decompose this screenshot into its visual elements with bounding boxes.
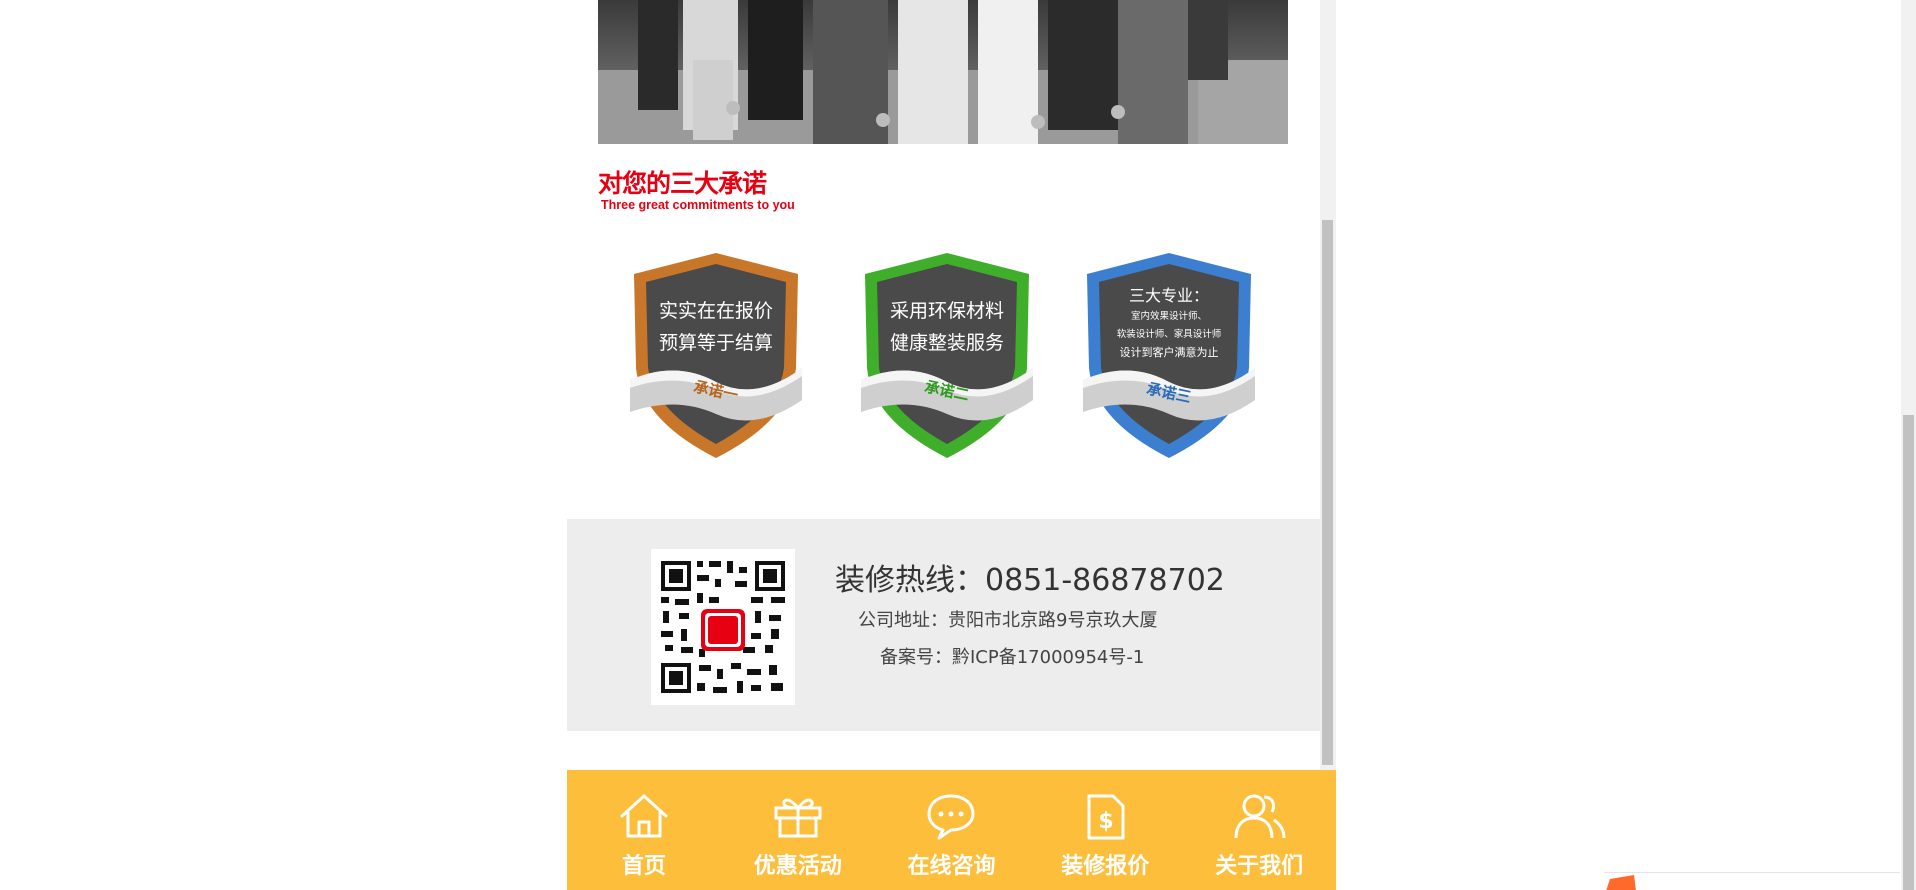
nav-label: 关于我们: [1215, 854, 1304, 879]
shield-line: 采用环保材料: [889, 300, 1004, 322]
mobile-page: 对您的三大承诺 Three great commitments to you 实…: [567, 0, 1320, 890]
shield-line: 设计到客户满意为止: [1119, 346, 1219, 359]
shield-line: 预算等于结算: [658, 332, 773, 354]
promise-shield-1: 实实在在报价 预算等于结算 承诺一: [626, 250, 806, 462]
nav-label: 优惠活动: [753, 854, 842, 879]
hotline-number[interactable]: 0851-86878702: [985, 563, 1225, 598]
floating-widget[interactable]: [1604, 872, 1900, 890]
icp-number[interactable]: 备案号：黔ICP备17000954号-1: [880, 643, 1144, 669]
company-address: 公司地址：贵阳市北京路9号京玖大厦: [858, 610, 1158, 631]
nav-quote[interactable]: $ 装修报价: [1028, 770, 1182, 890]
price-icon: $: [1087, 794, 1125, 840]
nav-label: 装修报价: [1061, 854, 1150, 879]
shield-line: 软装设计师、家具设计师: [1116, 329, 1222, 340]
shield-line: 健康整装服务: [889, 332, 1004, 354]
promise-shield-3: 三大专业： 室内效果设计师、 软装设计师、家具设计师 设计到客户满意为止 承诺三: [1079, 250, 1259, 462]
hotline[interactable]: 装修热线：0851-86878702: [567, 555, 1320, 599]
bottom-nav: 首页 优惠活动 在线咨询 $ 装修报价 关于我们: [567, 770, 1336, 890]
inner-scrollbar-thumb[interactable]: [1322, 220, 1333, 765]
nav-label: 首页: [621, 854, 666, 879]
nav-about-us[interactable]: 关于我们: [1182, 770, 1336, 890]
gift-icon: [774, 798, 822, 838]
nav-label: 在线咨询: [907, 854, 996, 879]
nav-home[interactable]: 首页: [567, 770, 721, 890]
promise-shield-2: 采用环保材料 健康整装服务 承诺二: [857, 250, 1037, 462]
home-icon: [620, 794, 668, 838]
nav-promotions[interactable]: 优惠活动: [721, 770, 875, 890]
shield-line: 实实在在报价: [658, 300, 773, 322]
shield-icon: [630, 253, 802, 458]
shield-line: 三大专业：: [1128, 286, 1209, 305]
shield-line: 室内效果设计师、: [1130, 311, 1207, 322]
shield-icon: [861, 253, 1033, 458]
users-icon: [1234, 794, 1286, 839]
page-scrollbar-thumb[interactable]: [1903, 415, 1914, 890]
nav-online-consult[interactable]: 在线咨询: [875, 770, 1029, 890]
hotline-label: 装修热线：: [835, 563, 985, 598]
chat-icon: [927, 794, 975, 840]
contact-panel: 装修热线：0851-86878702 公司地址：贵阳市北京路9号京玖大厦 备案号…: [567, 519, 1320, 731]
widget-icon: [1606, 875, 1636, 890]
promise-subtitle: Three great commitments to you: [601, 198, 795, 212]
promise-title: 对您的三大承诺: [598, 169, 767, 198]
page: 对您的三大承诺 Three great commitments to you 实…: [0, 0, 1916, 890]
svg-text:$: $: [1099, 809, 1114, 834]
team-photo: [598, 0, 1288, 144]
